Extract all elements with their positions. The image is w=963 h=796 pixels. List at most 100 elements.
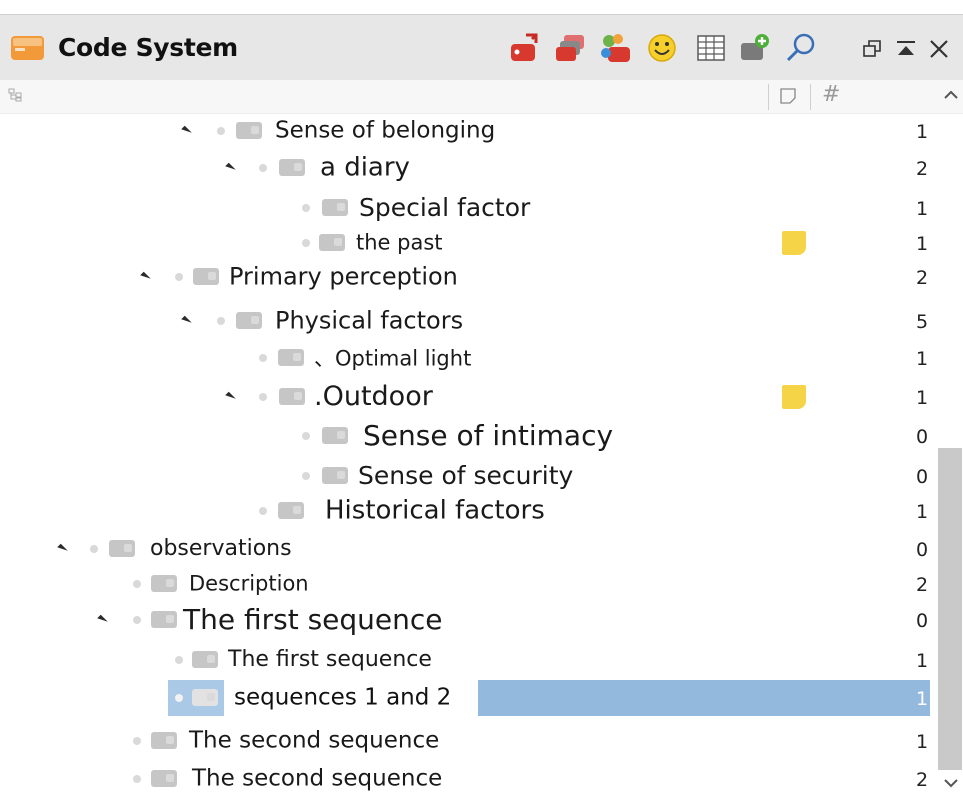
- code-tag-icon: [193, 268, 219, 285]
- new-code-icon[interactable]: [508, 31, 542, 65]
- expand-triangle-icon[interactable]: [57, 543, 68, 555]
- code-tag-icon: [151, 575, 177, 592]
- column-separator[interactable]: [810, 84, 811, 110]
- status-dot: [217, 127, 225, 135]
- emoticode-icon[interactable]: [645, 31, 679, 65]
- expand-triangle-icon[interactable]: [181, 125, 192, 137]
- status-dot: [133, 580, 141, 588]
- code-row[interactable]: Description 2: [0, 567, 935, 601]
- code-count: 0: [916, 426, 929, 449]
- code-tag-icon: [322, 427, 348, 444]
- code-label: The second sequence: [189, 727, 440, 754]
- code-count: 1: [916, 198, 929, 221]
- code-row[interactable]: Special factor 1: [0, 191, 935, 225]
- code-label: 、Optimal light: [314, 346, 472, 371]
- top-strip: [0, 0, 963, 14]
- scrollbar-thumb[interactable]: [938, 448, 962, 770]
- status-dot: [175, 694, 183, 702]
- expand-triangle-icon[interactable]: [181, 315, 192, 327]
- code-row[interactable]: Physical factors 5: [0, 304, 935, 338]
- code-row[interactable]: a diary 2: [0, 151, 935, 185]
- code-tag-icon: [151, 732, 177, 749]
- code-count: 0: [916, 466, 929, 489]
- code-count: 1: [916, 387, 929, 410]
- memo-icon[interactable]: [782, 385, 806, 409]
- status-dot: [259, 164, 267, 172]
- code-count: 2: [916, 769, 929, 792]
- code-count: 1: [916, 348, 929, 371]
- frequency-column-header[interactable]: #: [822, 82, 840, 107]
- code-label: Sense of belonging: [275, 117, 496, 144]
- status-dot: [175, 656, 183, 664]
- undock-icon[interactable]: [860, 34, 886, 62]
- code-tag-icon: [278, 502, 304, 519]
- code-tag-icon: [109, 540, 135, 557]
- scroll-down-icon[interactable]: [942, 774, 960, 792]
- code-tag-icon: [151, 611, 177, 628]
- code-row[interactable]: Sense of intimacy 0: [0, 419, 935, 453]
- status-dot: [259, 354, 267, 362]
- code-label: Sense of intimacy: [363, 418, 614, 452]
- column-separator[interactable]: [768, 84, 769, 110]
- expand-triangle-icon[interactable]: [140, 271, 151, 283]
- code-row[interactable]: Sense of security 0: [0, 459, 935, 493]
- code-label: Sense of security: [358, 460, 574, 490]
- code-row[interactable]: The second sequence 1: [0, 724, 935, 758]
- status-dot: [302, 239, 310, 247]
- status-dot: [217, 317, 225, 325]
- code-tag-icon: [278, 349, 304, 366]
- tree-icon[interactable]: [8, 88, 22, 102]
- status-dot: [302, 432, 310, 440]
- status-dot: [133, 616, 141, 624]
- code-row[interactable]: .Outdoor 1: [0, 380, 935, 414]
- code-row[interactable]: The first sequence 1: [0, 643, 935, 677]
- code-tag-icon: [279, 159, 305, 176]
- code-count: 1: [916, 688, 929, 711]
- code-count: 1: [916, 233, 929, 256]
- code-row[interactable]: Primary perception 2: [0, 260, 935, 294]
- code-row[interactable]: 、Optimal light 1: [0, 341, 935, 375]
- code-label: observations: [150, 536, 292, 561]
- code-label: The first sequence: [183, 602, 443, 636]
- status-dot: [90, 545, 98, 553]
- color-codes-icon[interactable]: [598, 31, 632, 65]
- code-row-selected[interactable]: sequences 1 and 2 1: [0, 681, 935, 715]
- code-label: The second sequence: [192, 765, 443, 792]
- close-icon[interactable]: [926, 34, 952, 62]
- expand-triangle-icon[interactable]: [97, 614, 108, 626]
- code-label: .Outdoor: [314, 380, 433, 412]
- status-dot: [259, 507, 267, 515]
- scroll-up-icon[interactable]: [942, 86, 960, 104]
- code-tag-icon: [192, 651, 218, 668]
- code-count: 1: [916, 650, 929, 673]
- code-row[interactable]: observations 0: [0, 532, 935, 566]
- code-tag-icon: [279, 388, 305, 405]
- code-tag-icon: [319, 234, 345, 251]
- code-row[interactable]: Sense of belonging 1: [0, 114, 935, 148]
- code-row[interactable]: The first sequence 0: [0, 603, 935, 637]
- code-tag-icon: [236, 122, 262, 139]
- search-icon[interactable]: [784, 31, 818, 65]
- code-system-icon: [11, 36, 44, 60]
- code-row[interactable]: The second sequence 2: [0, 762, 935, 796]
- code-matrix-icon[interactable]: [694, 31, 728, 65]
- code-row[interactable]: the past 1: [0, 226, 935, 260]
- code-label: Primary perception: [229, 262, 458, 291]
- memo-icon[interactable]: [782, 231, 806, 255]
- code-tag-icon: [236, 312, 262, 329]
- code-label: Description: [189, 571, 309, 596]
- code-sets-icon[interactable]: [554, 31, 588, 65]
- maximize-icon[interactable]: [893, 34, 919, 62]
- code-tag-icon: [151, 770, 177, 787]
- code-count: 5: [916, 311, 929, 334]
- code-count: 2: [916, 574, 929, 597]
- code-row[interactable]: Historical factors 1: [0, 494, 935, 528]
- code-tag-icon: [322, 467, 348, 484]
- expand-triangle-icon[interactable]: [225, 162, 236, 174]
- expand-triangle-icon[interactable]: [225, 391, 236, 403]
- code-label: sequences 1 and 2: [234, 684, 452, 711]
- add-document-icon[interactable]: [738, 31, 772, 65]
- code-label: Special factor: [359, 192, 531, 222]
- code-label: Physical factors: [275, 306, 464, 335]
- memo-column-icon[interactable]: [778, 86, 798, 106]
